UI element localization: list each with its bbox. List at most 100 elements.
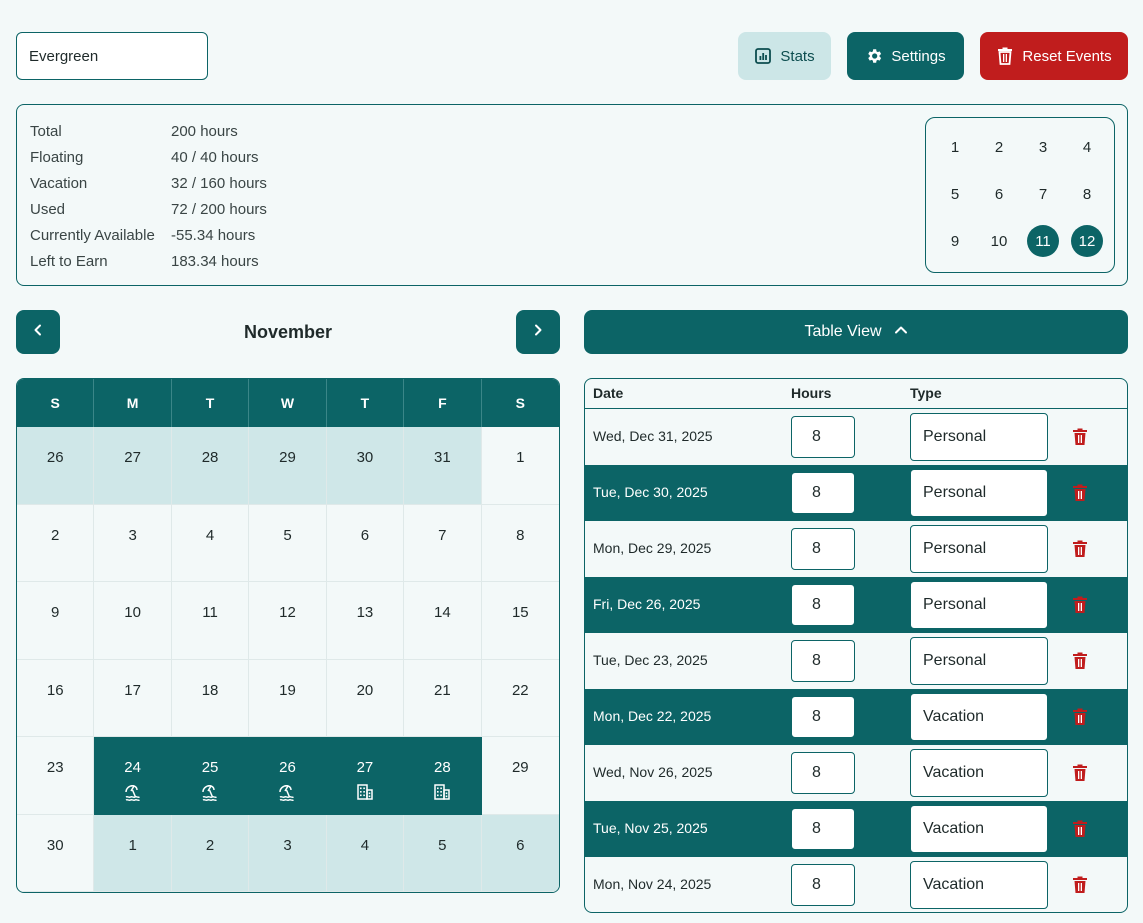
delete-row-icon[interactable] <box>1072 764 1088 782</box>
weekday-label: F <box>404 379 482 427</box>
month-11[interactable]: 11 <box>1027 225 1059 257</box>
calendar-day[interactable]: 2 <box>171 814 250 892</box>
calendar-day[interactable]: 17 <box>94 659 172 737</box>
month-2[interactable]: 2 <box>983 131 1015 163</box>
calendar-day[interactable]: 4 <box>326 814 405 892</box>
calendar-day[interactable]: 26 <box>249 737 327 815</box>
settings-button[interactable]: Settings <box>847 32 964 80</box>
calendar-day[interactable]: 26 <box>17 427 95 505</box>
month-4[interactable]: 4 <box>1071 131 1103 163</box>
delete-row-icon[interactable] <box>1072 596 1088 614</box>
type-select[interactable]: Personal <box>910 581 1048 629</box>
month-6[interactable]: 6 <box>983 178 1015 210</box>
calendar-day[interactable]: 6 <box>326 504 405 582</box>
month-1[interactable]: 1 <box>939 131 971 163</box>
calendar-day[interactable]: 12 <box>249 582 327 660</box>
stats-button[interactable]: Stats <box>738 32 831 80</box>
calendar-day[interactable]: 1 <box>481 427 559 505</box>
table-view-toggle[interactable]: Table View <box>584 310 1128 354</box>
name-input[interactable] <box>16 32 208 80</box>
calendar-day[interactable]: 27 <box>326 737 405 815</box>
calendar-day[interactable]: 2 <box>17 504 95 582</box>
month-10[interactable]: 10 <box>983 225 1015 257</box>
calendar-day[interactable]: 1 <box>94 814 172 892</box>
hours-input[interactable] <box>791 584 855 626</box>
calendar-day[interactable]: 14 <box>404 582 482 660</box>
hours-input[interactable] <box>791 808 855 850</box>
calendar-day[interactable]: 18 <box>171 659 250 737</box>
delete-row-icon[interactable] <box>1072 428 1088 446</box>
calendar-day[interactable]: 30 <box>326 427 405 505</box>
hours-input[interactable] <box>791 528 855 570</box>
calendar-day[interactable]: 31 <box>404 427 482 505</box>
calendar-day[interactable]: 13 <box>326 582 405 660</box>
calendar-day[interactable]: 15 <box>481 582 559 660</box>
delete-row-icon[interactable] <box>1072 876 1088 894</box>
calendar-day[interactable]: 19 <box>249 659 327 737</box>
calendar-day[interactable]: 29 <box>249 427 327 505</box>
calendar-day[interactable]: 5 <box>404 814 482 892</box>
calendar-day[interactable]: 22 <box>481 660 559 737</box>
calendar-day[interactable]: 6 <box>481 814 559 892</box>
calendar-day[interactable]: 28 <box>171 427 250 505</box>
calendar-day[interactable]: 29 <box>481 737 559 815</box>
calendar-day[interactable]: 16 <box>17 659 95 737</box>
calendar-day[interactable]: 27 <box>94 427 172 505</box>
hours-input[interactable] <box>791 640 855 682</box>
calendar-day[interactable]: 11 <box>171 582 250 660</box>
type-select-value: Personal <box>923 596 987 613</box>
next-month-button[interactable] <box>516 310 560 354</box>
type-select-value: Vacation <box>923 708 985 725</box>
delete-row-icon[interactable] <box>1072 652 1088 670</box>
stat-total: Total 200 hours <box>30 118 350 144</box>
type-select[interactable]: Vacation <box>910 861 1048 909</box>
day-number: 2 <box>51 526 60 544</box>
calendar-day[interactable]: 3 <box>94 504 172 582</box>
stat-label: Used <box>30 200 66 218</box>
delete-row-icon[interactable] <box>1072 820 1088 838</box>
month-3[interactable]: 3 <box>1027 131 1059 163</box>
month-title: November <box>243 321 333 342</box>
day-number: 14 <box>434 604 451 621</box>
calendar-day[interactable]: 20 <box>326 659 405 737</box>
day-number: 24 <box>124 759 141 776</box>
calendar-day[interactable]: 24 <box>94 737 172 815</box>
calendar-day[interactable]: 23 <box>17 737 95 815</box>
hours-input[interactable] <box>791 696 855 738</box>
calendar-day[interactable]: 28 <box>404 737 482 815</box>
type-select[interactable]: Personal <box>910 469 1048 517</box>
calendar-day[interactable]: 4 <box>171 504 250 582</box>
calendar-day[interactable]: 8 <box>481 505 559 582</box>
month-7[interactable]: 7 <box>1027 178 1059 210</box>
type-select[interactable]: Vacation <box>910 805 1048 853</box>
month-5[interactable]: 5 <box>939 178 971 210</box>
calendar-day[interactable]: 7 <box>404 504 482 582</box>
reset-events-button[interactable]: Reset Events <box>980 32 1128 80</box>
day-number: 26 <box>46 449 64 466</box>
calendar-day[interactable]: 25 <box>171 737 250 815</box>
calendar-day[interactable]: 30 <box>17 814 95 892</box>
table-row: Fri, Dec 26, 2025 Personal <box>585 577 1127 633</box>
month-12[interactable]: 12 <box>1071 225 1103 257</box>
delete-row-icon[interactable] <box>1072 540 1088 558</box>
calendar-day[interactable]: 9 <box>17 582 95 660</box>
type-select[interactable]: Personal <box>910 525 1048 573</box>
hours-input[interactable] <box>791 752 855 794</box>
type-select[interactable]: Vacation <box>910 749 1048 797</box>
type-select[interactable]: Personal <box>910 413 1048 461</box>
delete-row-icon[interactable] <box>1072 708 1088 726</box>
month-8[interactable]: 8 <box>1071 178 1103 210</box>
calendar-day[interactable]: 3 <box>249 814 327 892</box>
calendar-day[interactable]: 21 <box>404 659 482 737</box>
prev-month-button[interactable] <box>16 310 60 354</box>
hours-input[interactable] <box>791 472 855 514</box>
month-9[interactable]: 9 <box>939 225 971 257</box>
hours-input[interactable] <box>791 416 855 458</box>
hours-input[interactable] <box>791 864 855 906</box>
calendar-day[interactable]: 5 <box>249 504 327 582</box>
type-select[interactable]: Personal <box>910 637 1048 685</box>
trash-icon <box>996 47 1014 65</box>
calendar-day[interactable]: 10 <box>94 582 172 660</box>
type-select[interactable]: Vacation <box>910 693 1048 741</box>
delete-row-icon[interactable] <box>1072 484 1088 502</box>
